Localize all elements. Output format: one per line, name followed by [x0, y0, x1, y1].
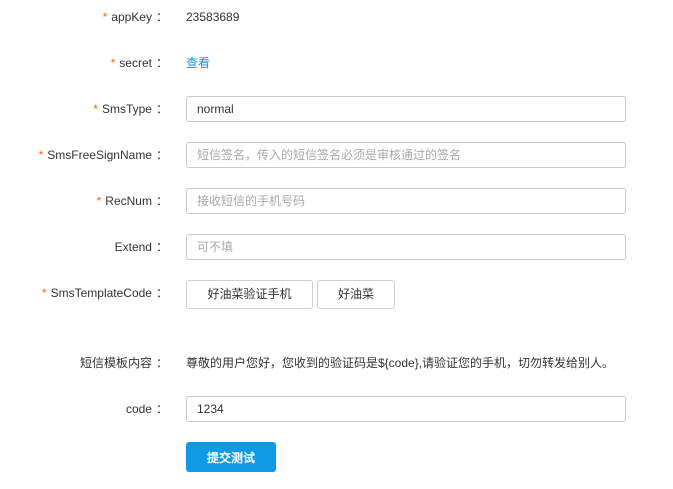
- smstype-input[interactable]: [186, 96, 626, 122]
- extend-label: Extend: [114, 240, 152, 254]
- signname-label-wrap: * SmsFreeSignName：: [39, 142, 168, 168]
- code-input[interactable]: [186, 396, 626, 422]
- label-colon: ：: [155, 194, 168, 208]
- submit-test-button[interactable]: 提交测试: [186, 442, 276, 472]
- form-row-signname: * SmsFreeSignName：: [0, 142, 673, 168]
- form-row-recnum: * RecNum：: [0, 188, 673, 214]
- secret-view-link[interactable]: 查看: [186, 56, 210, 70]
- label-colon: ：: [155, 56, 168, 70]
- form-row-secret: * secret： 查看: [0, 50, 673, 76]
- template-label-wrap: * SmsTemplateCode：: [42, 280, 168, 306]
- template-label: SmsTemplateCode: [50, 286, 152, 300]
- required-mark: *: [93, 102, 98, 116]
- smstype-label-wrap: * SmsType：: [93, 96, 168, 122]
- label-colon: ：: [155, 356, 168, 370]
- secret-label-wrap: * secret：: [111, 50, 168, 76]
- form-row-content: 短信模板内容： 尊敬的用户您好，您收到的验证码是${code},请验证您的手机，…: [0, 350, 673, 376]
- label-colon: ：: [155, 402, 168, 416]
- form-row-appkey: * appKey： 23583689: [0, 4, 673, 30]
- signname-input[interactable]: [186, 142, 626, 168]
- signname-label: SmsFreeSignName: [47, 148, 152, 162]
- recnum-input[interactable]: [186, 188, 626, 214]
- label-colon: ：: [155, 10, 168, 24]
- required-mark: *: [102, 10, 108, 24]
- form-row-extend: Extend：: [0, 234, 673, 260]
- required-mark: *: [41, 286, 47, 300]
- label-colon: ：: [155, 286, 168, 300]
- label-colon: ：: [155, 102, 168, 116]
- content-label: 短信模板内容: [79, 356, 152, 370]
- form-row-template: * SmsTemplateCode： 好油菜验证手机 好油菜: [0, 280, 673, 309]
- form-row-code: code：: [0, 396, 673, 422]
- label-colon: ：: [155, 148, 168, 162]
- smstype-label: SmsType: [101, 102, 152, 116]
- template-option-button[interactable]: 好油菜: [317, 280, 395, 309]
- appkey-value: 23583689: [186, 10, 240, 24]
- required-mark: *: [38, 148, 44, 162]
- secret-label: secret: [119, 56, 152, 70]
- recnum-label: RecNum: [105, 194, 152, 208]
- appkey-label: appKey: [111, 10, 152, 24]
- extend-input[interactable]: [186, 234, 626, 260]
- label-colon: ：: [155, 240, 168, 254]
- template-option-button[interactable]: 好油菜验证手机: [186, 280, 313, 309]
- appkey-label-wrap: * appKey：: [103, 4, 168, 30]
- extend-label-wrap: Extend：: [115, 234, 168, 260]
- recnum-label-wrap: * RecNum：: [97, 188, 168, 214]
- template-content-text: 尊敬的用户您好，您收到的验证码是${code},请验证您的手机，切勿转发给别人。: [186, 356, 615, 370]
- content-label-wrap: 短信模板内容：: [80, 350, 168, 376]
- secret-view-wrap: 查看: [186, 50, 210, 76]
- required-mark: *: [110, 56, 116, 70]
- form-row-smstype: * SmsType：: [0, 96, 673, 122]
- code-label: code: [125, 402, 152, 416]
- code-label-wrap: code：: [126, 396, 168, 422]
- required-mark: *: [96, 194, 102, 208]
